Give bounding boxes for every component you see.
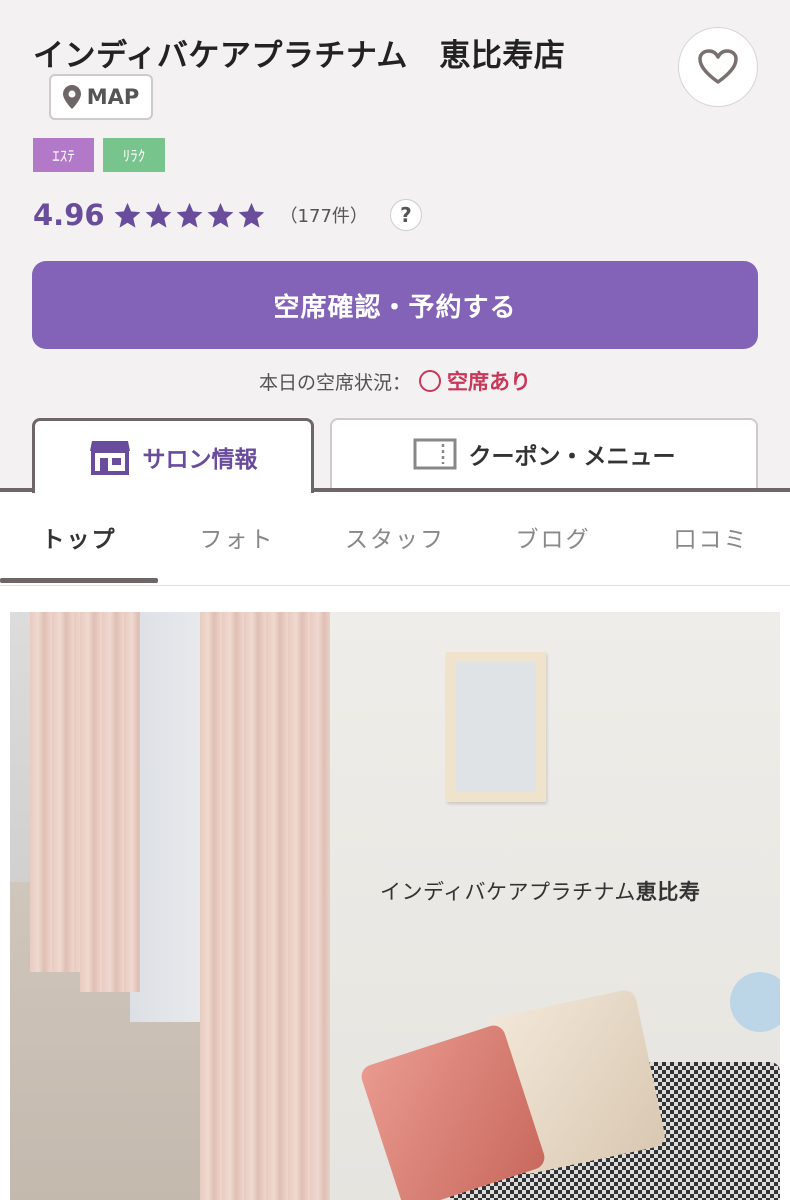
photo-mirror-frame (446, 652, 546, 802)
availability-status: 本日の空席状況： 空席あり (0, 366, 790, 396)
map-button[interactable]: MAP (49, 74, 153, 120)
rating-score: 4.96 (33, 198, 105, 232)
tab-salon-info[interactable]: サロン情報 (32, 418, 314, 493)
photo-caption: インディバケアプラチナム恵比寿 (380, 876, 700, 906)
photo-curtain (80, 612, 140, 992)
tab-coupon-menu-label: クーポン・メニュー (468, 444, 676, 470)
salon-header: インディバケアプラチナム 恵比寿店 MAP ｴｽﾃ ﾘﾗｸ 4.96 （177件… (0, 0, 790, 493)
map-label: MAP (86, 85, 140, 109)
coupon-icon (413, 438, 456, 470)
salon-photo-section: インディバケアプラチナム恵比寿 (0, 586, 790, 1200)
subnav-photo[interactable]: フォト (158, 492, 316, 582)
rating-help-button[interactable]: ? (389, 199, 422, 231)
availability-value: 空席あり (447, 370, 531, 394)
star-icon (145, 202, 171, 228)
photo-caption-bold: 恵比寿 (635, 880, 701, 904)
photo-caption-main: インディバケアプラチナム (380, 880, 636, 904)
tag-relax: ﾘﾗｸ (103, 138, 165, 172)
map-pin-icon (62, 85, 81, 109)
tab-coupon-menu[interactable]: クーポン・メニュー (330, 418, 758, 488)
subnav-active-indicator (0, 578, 158, 583)
star-icon (238, 202, 264, 228)
favorite-button[interactable] (678, 27, 758, 107)
rating-stars (113, 201, 266, 230)
salon-photo[interactable]: インディバケアプラチナム恵比寿 (10, 612, 780, 1200)
subnav-staff[interactable]: スタッフ (316, 492, 474, 582)
reserve-button[interactable]: 空席確認・予約する (32, 261, 758, 349)
sub-navigation: トップ フォト スタッフ ブログ 口コミ (0, 492, 790, 586)
tab-salon-info-label: サロン情報 (142, 447, 258, 473)
review-count: （177件） (279, 206, 368, 227)
star-icon (114, 202, 140, 228)
photo-curtain (200, 612, 335, 1200)
available-circle-icon (419, 370, 441, 392)
tag-este: ｴｽﾃ (33, 138, 94, 172)
heart-icon (698, 49, 738, 84)
subnav-reviews[interactable]: 口コミ (632, 492, 790, 582)
salon-name: インディバケアプラチナム 恵比寿店 (33, 38, 566, 74)
rating-row: 4.96 （177件） ? (33, 198, 422, 232)
question-icon: ? (400, 203, 412, 227)
star-icon (207, 202, 233, 228)
availability-label: 本日の空席状況： (258, 371, 411, 394)
storefront-icon (89, 441, 130, 475)
star-icon (176, 202, 202, 228)
subnav-blog[interactable]: ブログ (474, 492, 632, 582)
subnav-top[interactable]: トップ (0, 492, 158, 582)
